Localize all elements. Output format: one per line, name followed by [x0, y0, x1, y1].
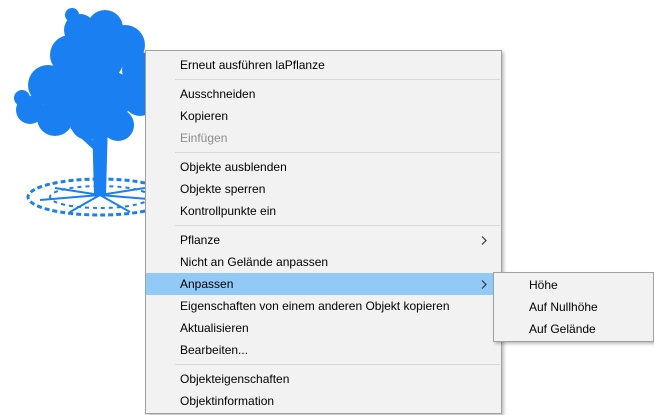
menu-item-label: Objekte sperren — [180, 182, 266, 196]
menu-item-label: Aktualisieren — [180, 321, 249, 335]
submenu-item-label: Auf Nullhöhe — [529, 300, 598, 314]
menu-item-eigenschaften-von-einem-anderen-objekt-kopieren[interactable]: Eigenschaften von einem anderen Objekt k… — [146, 295, 501, 317]
context-menu: Erneut ausführen laPflanze Ausschneiden Ko… — [145, 50, 502, 414]
submenu-item-hoehe[interactable]: Höhe — [494, 274, 653, 296]
menu-item-nicht-an-gelaende-anpassen[interactable]: Nicht an Gelände anpassen — [146, 251, 501, 273]
menu-item-anpassen[interactable]: Anpassen — [146, 273, 501, 295]
submenu-item-auf-nullhoehe[interactable]: Auf Nullhöhe — [494, 296, 653, 318]
menu-item-label: Kopieren — [180, 109, 229, 123]
menu-item-label: Anpassen — [180, 277, 234, 291]
menu-item-pflanze[interactable]: Pflanze — [146, 229, 501, 251]
menu-item-label: Einfügen — [180, 131, 228, 145]
menu-item-aktualisieren[interactable]: Aktualisieren — [146, 317, 501, 339]
menu-separator — [175, 152, 500, 153]
menu-item-erneut-ausfuehren-lapflanze[interactable]: Erneut ausführen laPflanze — [146, 54, 501, 76]
menu-item-label: Pflanze — [180, 233, 221, 247]
menu-item-kopieren[interactable]: Kopieren — [146, 105, 501, 127]
menu-item-label: Ausschneiden — [180, 87, 256, 101]
menu-separator — [175, 364, 500, 365]
menu-item-label: Erneut ausführen laPflanze — [180, 58, 325, 72]
submenu-anpassen: Höhe Auf Nullhöhe Auf Gelände — [493, 272, 654, 342]
menu-item-label: Objekte ausblenden — [180, 160, 287, 174]
submenu-item-label: Auf Gelände — [529, 322, 596, 336]
menu-item-einfuegen: Einfügen — [146, 127, 501, 149]
chevron-right-icon — [481, 229, 489, 251]
menu-item-kontrollpunkte-ein[interactable]: Kontrollpunkte ein — [146, 200, 501, 222]
submenu-item-auf-gelaende[interactable]: Auf Gelände — [494, 318, 653, 340]
menu-item-objekte-ausblenden[interactable]: Objekte ausblenden — [146, 156, 501, 178]
menu-item-objektinformation[interactable]: Objektinformation — [146, 390, 501, 412]
menu-item-label: Nicht an Gelände anpassen — [180, 255, 329, 269]
chevron-right-icon — [481, 273, 489, 295]
menu-item-label: Objekteigenschaften — [180, 372, 290, 386]
menu-item-label: Kontrollpunkte ein — [180, 204, 277, 218]
menu-item-objekte-sperren[interactable]: Objekte sperren — [146, 178, 501, 200]
menu-item-label: Objektinformation — [180, 394, 275, 408]
menu-item-objekteigenschaften[interactable]: Objekteigenschaften — [146, 368, 501, 390]
canvas: Erneut ausführen laPflanze Ausschneiden Ko… — [0, 0, 654, 415]
menu-separator — [175, 79, 500, 80]
menu-item-ausschneiden[interactable]: Ausschneiden — [146, 83, 501, 105]
menu-item-bearbeiten[interactable]: Bearbeiten... — [146, 339, 501, 361]
menu-separator — [175, 225, 500, 226]
menu-item-label: Bearbeiten... — [180, 343, 249, 357]
menu-item-label: Eigenschaften von einem anderen Objekt k… — [180, 299, 450, 313]
submenu-item-label: Höhe — [529, 278, 558, 292]
